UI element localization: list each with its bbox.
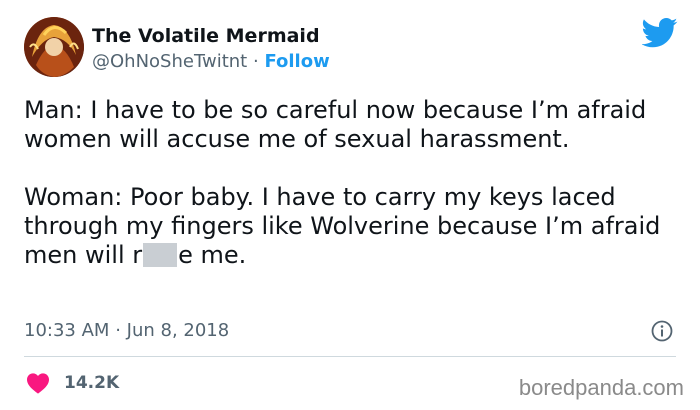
tweet-paragraph-1: Man: I have to be so careful now because… [24, 96, 647, 153]
tweet-text: Man: I have to be so careful now because… [24, 96, 674, 270]
tweet-card: The Volatile Mermaid @OhNoSheTwitnt · Fo… [0, 0, 700, 410]
avatar-image [24, 17, 84, 77]
info-icon[interactable] [651, 320, 673, 342]
tweet-paragraph-2: Woman: Poor baby. I have to carry my key… [24, 183, 674, 270]
heart-icon[interactable] [26, 372, 50, 394]
tweet-timestamp[interactable]: 10:33 AM · Jun 8, 2018 [24, 319, 229, 343]
twitter-bird-icon[interactable] [642, 18, 678, 48]
user-handle[interactable]: @OhNoSheTwitnt [92, 51, 247, 72]
watermark: boredpanda.com [518, 375, 684, 400]
divider [24, 356, 676, 357]
avatar[interactable] [24, 17, 84, 77]
like-count[interactable]: 14.2K [64, 371, 119, 395]
tweet-time: 10:33 AM [24, 320, 110, 341]
handle-separator: · [252, 51, 259, 72]
tweet-date: Jun 8, 2018 [126, 320, 230, 341]
tweet-paragraph-2-start: Woman: Poor baby. I have to carry my key… [24, 183, 661, 269]
follow-button[interactable]: Follow [264, 51, 329, 72]
display-name[interactable]: The Volatile Mermaid [92, 24, 320, 48]
handle-row: @OhNoSheTwitnt · Follow [92, 50, 330, 74]
tweet-paragraph-2-end: e me. [178, 241, 247, 269]
timestamp-separator: · [115, 320, 121, 341]
censor-block [143, 243, 178, 267]
